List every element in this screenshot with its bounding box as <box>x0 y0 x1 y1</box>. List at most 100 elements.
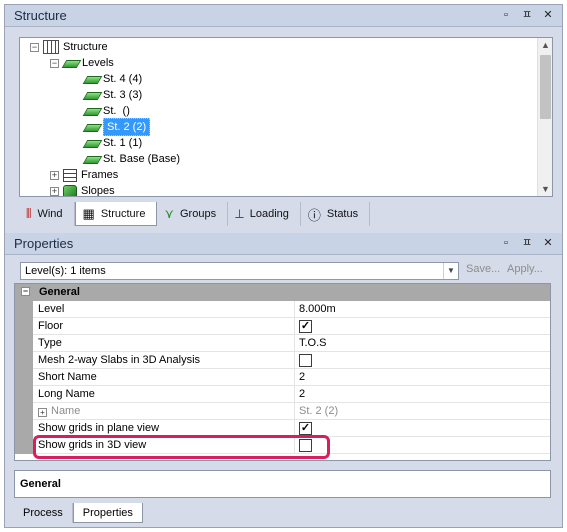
tree-node-label: St. 3 (3) <box>103 89 143 101</box>
close-icon[interactable]: ✕ <box>542 237 554 249</box>
tab-label: Groups <box>180 208 217 220</box>
bottom-tabs: Process Properties <box>14 503 143 523</box>
property-name: Level <box>33 301 295 318</box>
structure-panel-header: Structure ▫ ㅍ ✕ <box>5 5 562 27</box>
collapse-icon[interactable]: − <box>30 42 39 52</box>
tree-node-label: Frames <box>81 169 119 181</box>
expand-icon[interactable]: + <box>50 170 59 180</box>
loading-icon: ⟂ <box>235 206 244 221</box>
close-icon[interactable]: ✕ <box>542 9 554 21</box>
grids-plane-checkbox[interactable]: ✓ <box>299 422 312 435</box>
tree-node-label: St. 1 (1) <box>103 137 143 149</box>
property-value: St. 2 (2) <box>295 403 550 420</box>
tab-label: Wind <box>37 208 63 220</box>
property-row-floor[interactable]: Floor ✓ <box>15 318 550 335</box>
level-icon <box>84 154 100 164</box>
status-icon: ⓘ <box>307 207 321 223</box>
tab-properties[interactable]: Properties <box>72 503 143 523</box>
tree-node-label: Structure <box>63 41 108 53</box>
structure-tabs: ⫴ Wind ▦ Structure ⋎ Groups ⟂ Loading ⓘ … <box>19 202 371 226</box>
tab-structure[interactable]: ▦ Structure <box>74 202 158 226</box>
property-name: Show grids in plane view <box>33 420 295 437</box>
tree-node-level[interactable]: St. () <box>84 103 130 119</box>
grids-3d-checkbox[interactable] <box>299 439 312 452</box>
level-icon <box>84 138 100 148</box>
tree-node-label: Slopes <box>81 185 115 197</box>
tab-loading[interactable]: ⟂ Loading <box>228 202 301 226</box>
property-value[interactable]: 8.000m <box>295 301 550 318</box>
mesh-checkbox[interactable] <box>299 354 312 367</box>
tree-node-level-selected[interactable]: St. 2 (2) <box>84 118 151 136</box>
property-row-level[interactable]: Level 8.000m <box>15 301 550 318</box>
structure-panel-title: Structure <box>14 8 67 23</box>
property-name: Mesh 2-way Slabs in 3D Analysis <box>33 352 295 369</box>
selection-dropdown-value: Level(s): 1 items <box>25 265 106 277</box>
floor-checkbox[interactable]: ✓ <box>299 320 312 333</box>
structure-tree[interactable]: − Structure − Levels St. 4 (4) St. 3 (3)… <box>19 37 553 197</box>
property-name: Short Name <box>33 369 295 386</box>
structure-icon <box>43 40 59 54</box>
properties-panel-header: Properties ▫ ㅍ ✕ <box>5 233 562 255</box>
expand-icon[interactable]: + <box>50 186 59 196</box>
level-icon <box>84 90 100 100</box>
pin-icon[interactable]: ㅍ <box>521 9 533 21</box>
tab-wind[interactable]: ⫴ Wind <box>19 202 75 226</box>
property-row-mesh[interactable]: Mesh 2-way Slabs in 3D Analysis <box>15 352 550 369</box>
selection-dropdown[interactable]: Level(s): 1 items ▼ <box>20 262 459 280</box>
tree-node-levels[interactable]: − Levels <box>50 55 114 71</box>
property-name: Long Name <box>33 386 295 403</box>
tree-node-frames[interactable]: + Frames <box>50 167 118 183</box>
scroll-down-icon[interactable]: ▼ <box>538 182 552 196</box>
property-name: Type <box>33 335 295 352</box>
collapse-icon[interactable]: − <box>21 287 30 296</box>
property-row-name[interactable]: + Name St. 2 (2) <box>15 403 550 420</box>
tree-node-level[interactable]: St. 4 (4) <box>84 71 142 87</box>
tree-node-label: St. Base (Base) <box>103 153 181 165</box>
tree-node-label: St. 4 (4) <box>103 73 143 85</box>
property-name-label: Name <box>51 405 81 417</box>
properties-panel-title: Properties <box>14 236 74 251</box>
chevron-down-icon[interactable]: ▼ <box>443 263 458 279</box>
frame-icon <box>63 168 77 182</box>
property-row-long-name[interactable]: Long Name 2 <box>15 386 550 403</box>
tab-process[interactable]: Process <box>14 503 73 523</box>
category-label: General <box>39 286 80 298</box>
property-value[interactable]: T.O.S <box>295 335 550 352</box>
wind-icon: ⫴ <box>26 206 32 221</box>
category-general[interactable]: − General <box>15 284 550 301</box>
tab-label: Structure <box>100 207 146 220</box>
property-row-type[interactable]: Type T.O.S <box>15 335 550 352</box>
property-row-short-name[interactable]: Short Name 2 <box>15 369 550 386</box>
level-icon <box>84 106 100 116</box>
property-row-grids-3d[interactable]: Show grids in 3D view <box>15 437 550 454</box>
tree-node-slopes[interactable]: + Slopes <box>50 183 115 197</box>
tree-scrollbar[interactable]: ▲ ▼ <box>537 38 552 196</box>
pin-icon[interactable]: ㅍ <box>521 237 533 249</box>
property-description: General <box>14 470 551 498</box>
tree-node-structure[interactable]: − Structure <box>30 39 108 55</box>
level-icon <box>84 74 100 84</box>
groups-icon: ⋎ <box>164 206 174 221</box>
tree-node-level[interactable]: St. 1 (1) <box>84 135 142 151</box>
property-name: + Name <box>33 403 295 420</box>
property-value[interactable]: 2 <box>295 386 550 403</box>
scrollbar-thumb[interactable] <box>540 55 551 119</box>
apply-button[interactable]: Apply... <box>507 263 543 275</box>
tab-groups[interactable]: ⋎ Groups <box>157 202 229 226</box>
collapse-icon[interactable]: − <box>50 58 59 68</box>
scroll-up-icon[interactable]: ▲ <box>538 38 552 52</box>
property-value[interactable]: 2 <box>295 369 550 386</box>
property-row-grids-plane[interactable]: Show grids in plane view ✓ <box>15 420 550 437</box>
restore-icon[interactable]: ▫ <box>500 9 512 21</box>
expand-icon[interactable]: + <box>38 408 47 417</box>
tree-node-label: St. () <box>103 105 130 117</box>
save-button[interactable]: Save... <box>466 263 500 275</box>
tab-label: Loading <box>249 208 289 220</box>
tree-node-level[interactable]: St. Base (Base) <box>84 151 180 167</box>
restore-icon[interactable]: ▫ <box>500 237 512 249</box>
tree-node-label: St. 2 (2) <box>103 118 151 136</box>
property-grid: − General Level 8.000m Floor ✓ Type T.O.… <box>14 283 551 461</box>
tree-node-level[interactable]: St. 3 (3) <box>84 87 142 103</box>
tab-status[interactable]: ⓘ Status <box>301 202 371 226</box>
property-name: Show grids in 3D view <box>33 437 295 454</box>
